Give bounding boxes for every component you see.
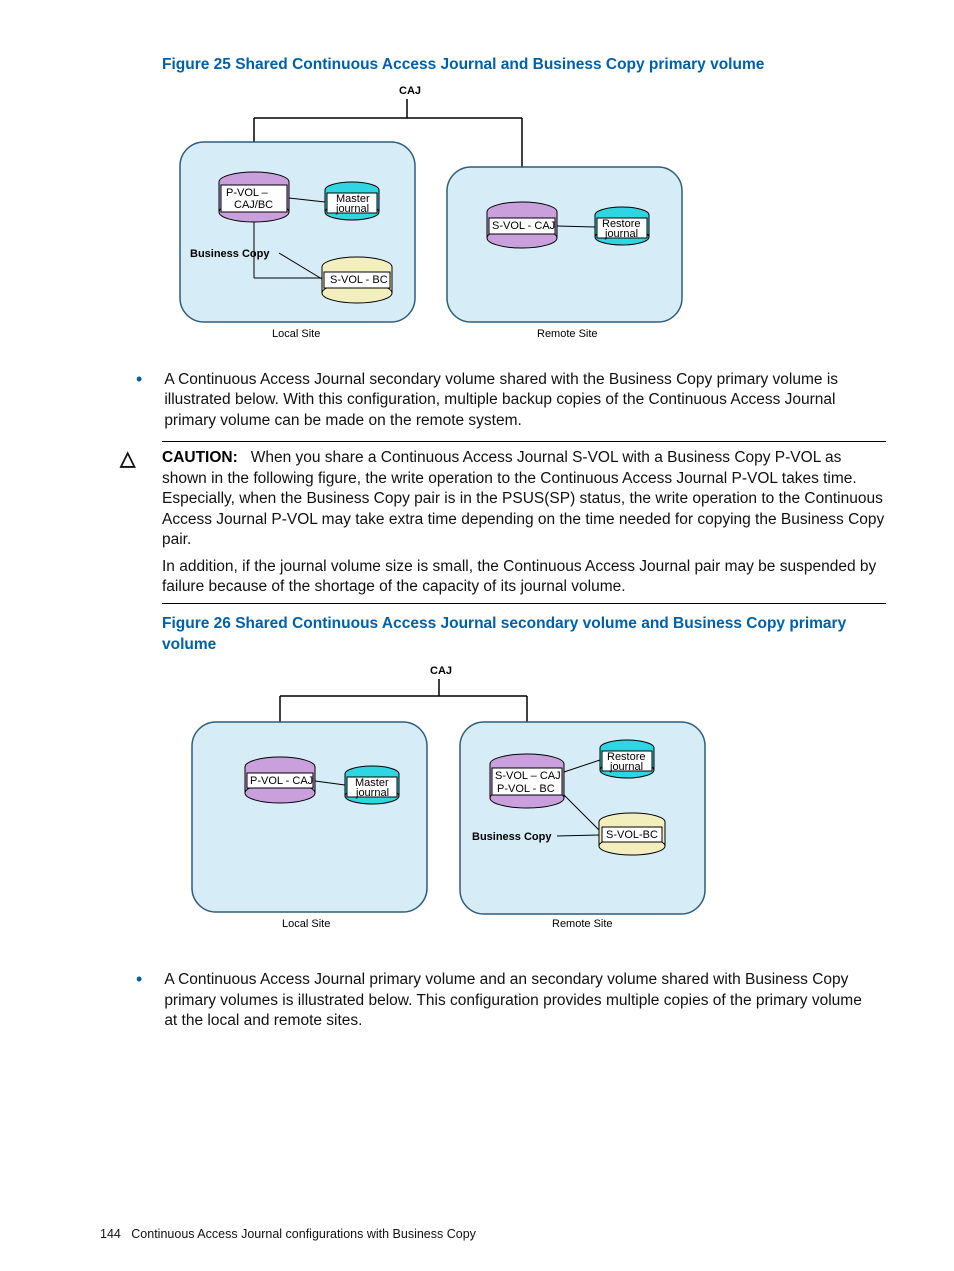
remote-site-label: Remote Site [537, 328, 598, 340]
svg-text:S-VOL – CAJ: S-VOL – CAJ [495, 770, 561, 782]
page-footer: 144 Continuous Access Journal configurat… [100, 1227, 476, 1241]
bullet-text-1: A Continuous Access Journal secondary vo… [164, 370, 864, 431]
warning-icon: △ [120, 446, 162, 595]
svg-text:P-VOL - BC: P-VOL - BC [497, 783, 555, 795]
caj-label: CAJ [430, 665, 452, 677]
svg-text:S-VOL - CAJ: S-VOL - CAJ [492, 220, 555, 232]
caution-p1: When you share a Continuous Access Journ… [162, 449, 884, 548]
remote-site-label: Remote Site [552, 918, 613, 930]
business-copy-label: Business Copy [190, 248, 270, 260]
caj-label: CAJ [399, 85, 421, 97]
divider [162, 603, 886, 604]
svg-text:journal: journal [604, 228, 638, 240]
caution-block: △ CAUTION: When you share a Continuous A… [120, 448, 886, 597]
divider [162, 441, 886, 442]
caution-label: CAUTION: [162, 449, 238, 466]
figure26-caption: Figure 26 Shared Continuous Access Journ… [162, 614, 886, 656]
svg-text:P-VOL - CAJ: P-VOL - CAJ [250, 775, 313, 787]
local-site-label: Local Site [272, 328, 320, 340]
page-number: 144 [100, 1227, 121, 1241]
caution-p2: In addition, if the journal volume size … [162, 557, 886, 598]
section-title: Continuous Access Journal configurations… [131, 1227, 476, 1241]
svg-text:journal: journal [355, 787, 389, 799]
figure26-diagram: CAJ Local Site P-VOL - CAJ Maste [162, 662, 886, 942]
bullet-icon: • [136, 370, 160, 390]
bullet-icon: • [136, 970, 160, 990]
svg-text:P-VOL –: P-VOL – [226, 187, 269, 199]
svg-text:CAJ/BC: CAJ/BC [234, 199, 273, 211]
figure25-caption: Figure 25 Shared Continuous Access Journ… [162, 55, 886, 76]
local-site-label: Local Site [282, 918, 330, 930]
svg-text:S-VOL-BC: S-VOL-BC [606, 829, 658, 841]
svg-text:journal: journal [335, 203, 369, 215]
svg-text:journal: journal [609, 761, 643, 773]
figure25-diagram: CAJ Local Site P-VOL – CAJ/BC [162, 82, 886, 342]
business-copy-label: Business Copy [472, 831, 552, 843]
bullet-text-2: A Continuous Access Journal primary volu… [164, 970, 864, 1031]
svg-text:S-VOL - BC: S-VOL - BC [330, 274, 388, 286]
